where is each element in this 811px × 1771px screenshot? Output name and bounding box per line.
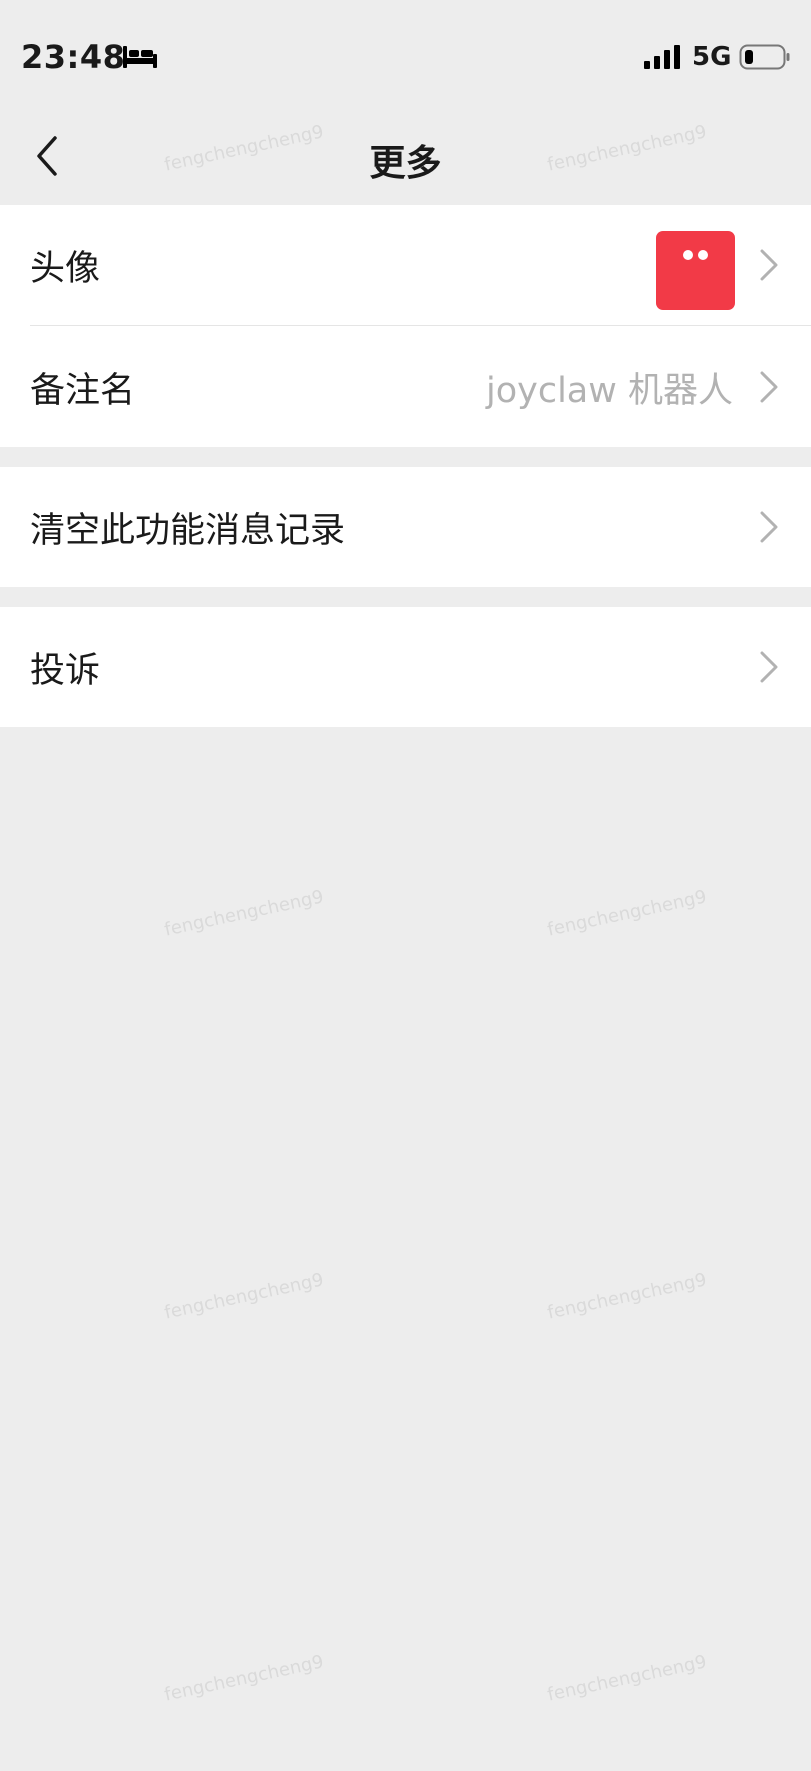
- watermark-text: fengchengcheng9: [545, 1651, 709, 1706]
- settings-group-complaint: 投诉: [0, 607, 811, 727]
- bed-icon: [123, 46, 157, 68]
- clear-history-label: 清空此功能消息记录: [30, 510, 346, 551]
- clear-history-row[interactable]: 清空此功能消息记录: [0, 467, 811, 587]
- nav-bar: 更多: [0, 110, 811, 205]
- signal-icon: [644, 45, 680, 69]
- watermark-text: fengchengcheng9: [162, 1651, 326, 1706]
- avatar-row-label: 头像: [30, 248, 101, 289]
- status-bar: 23:48 5G: [0, 0, 811, 110]
- watermark-text: fengchengcheng9: [545, 1269, 709, 1324]
- avatar-eye-right: [698, 250, 708, 260]
- avatar: [656, 231, 735, 310]
- chevron-right-icon: [760, 511, 778, 543]
- watermark-text: fengchengcheng9: [545, 886, 709, 941]
- complaint-label: 投诉: [30, 650, 101, 691]
- watermark-text: fengchengcheng9: [162, 886, 326, 941]
- page-title: 更多: [369, 143, 442, 184]
- complaint-row[interactable]: 投诉: [0, 607, 811, 727]
- status-time: 23:48: [21, 38, 126, 76]
- chevron-right-icon: [760, 371, 778, 403]
- watermark-text: fengchengcheng9: [162, 1269, 326, 1324]
- chevron-right-icon: [760, 651, 778, 683]
- network-type: 5G: [692, 42, 732, 72]
- settings-group-clear: 清空此功能消息记录: [0, 467, 811, 587]
- settings-group-profile: 头像 备注名 joyclaw 机器人: [0, 205, 811, 447]
- chevron-right-icon: [760, 249, 778, 281]
- remark-name-value: joyclaw 机器人: [485, 370, 733, 411]
- remark-name-label: 备注名: [30, 370, 136, 411]
- battery-icon: [739, 44, 790, 70]
- remark-name-row[interactable]: 备注名 joyclaw 机器人: [0, 327, 811, 447]
- row-divider: [30, 325, 811, 326]
- avatar-eye-left: [683, 250, 693, 260]
- avatar-row[interactable]: 头像: [0, 205, 811, 325]
